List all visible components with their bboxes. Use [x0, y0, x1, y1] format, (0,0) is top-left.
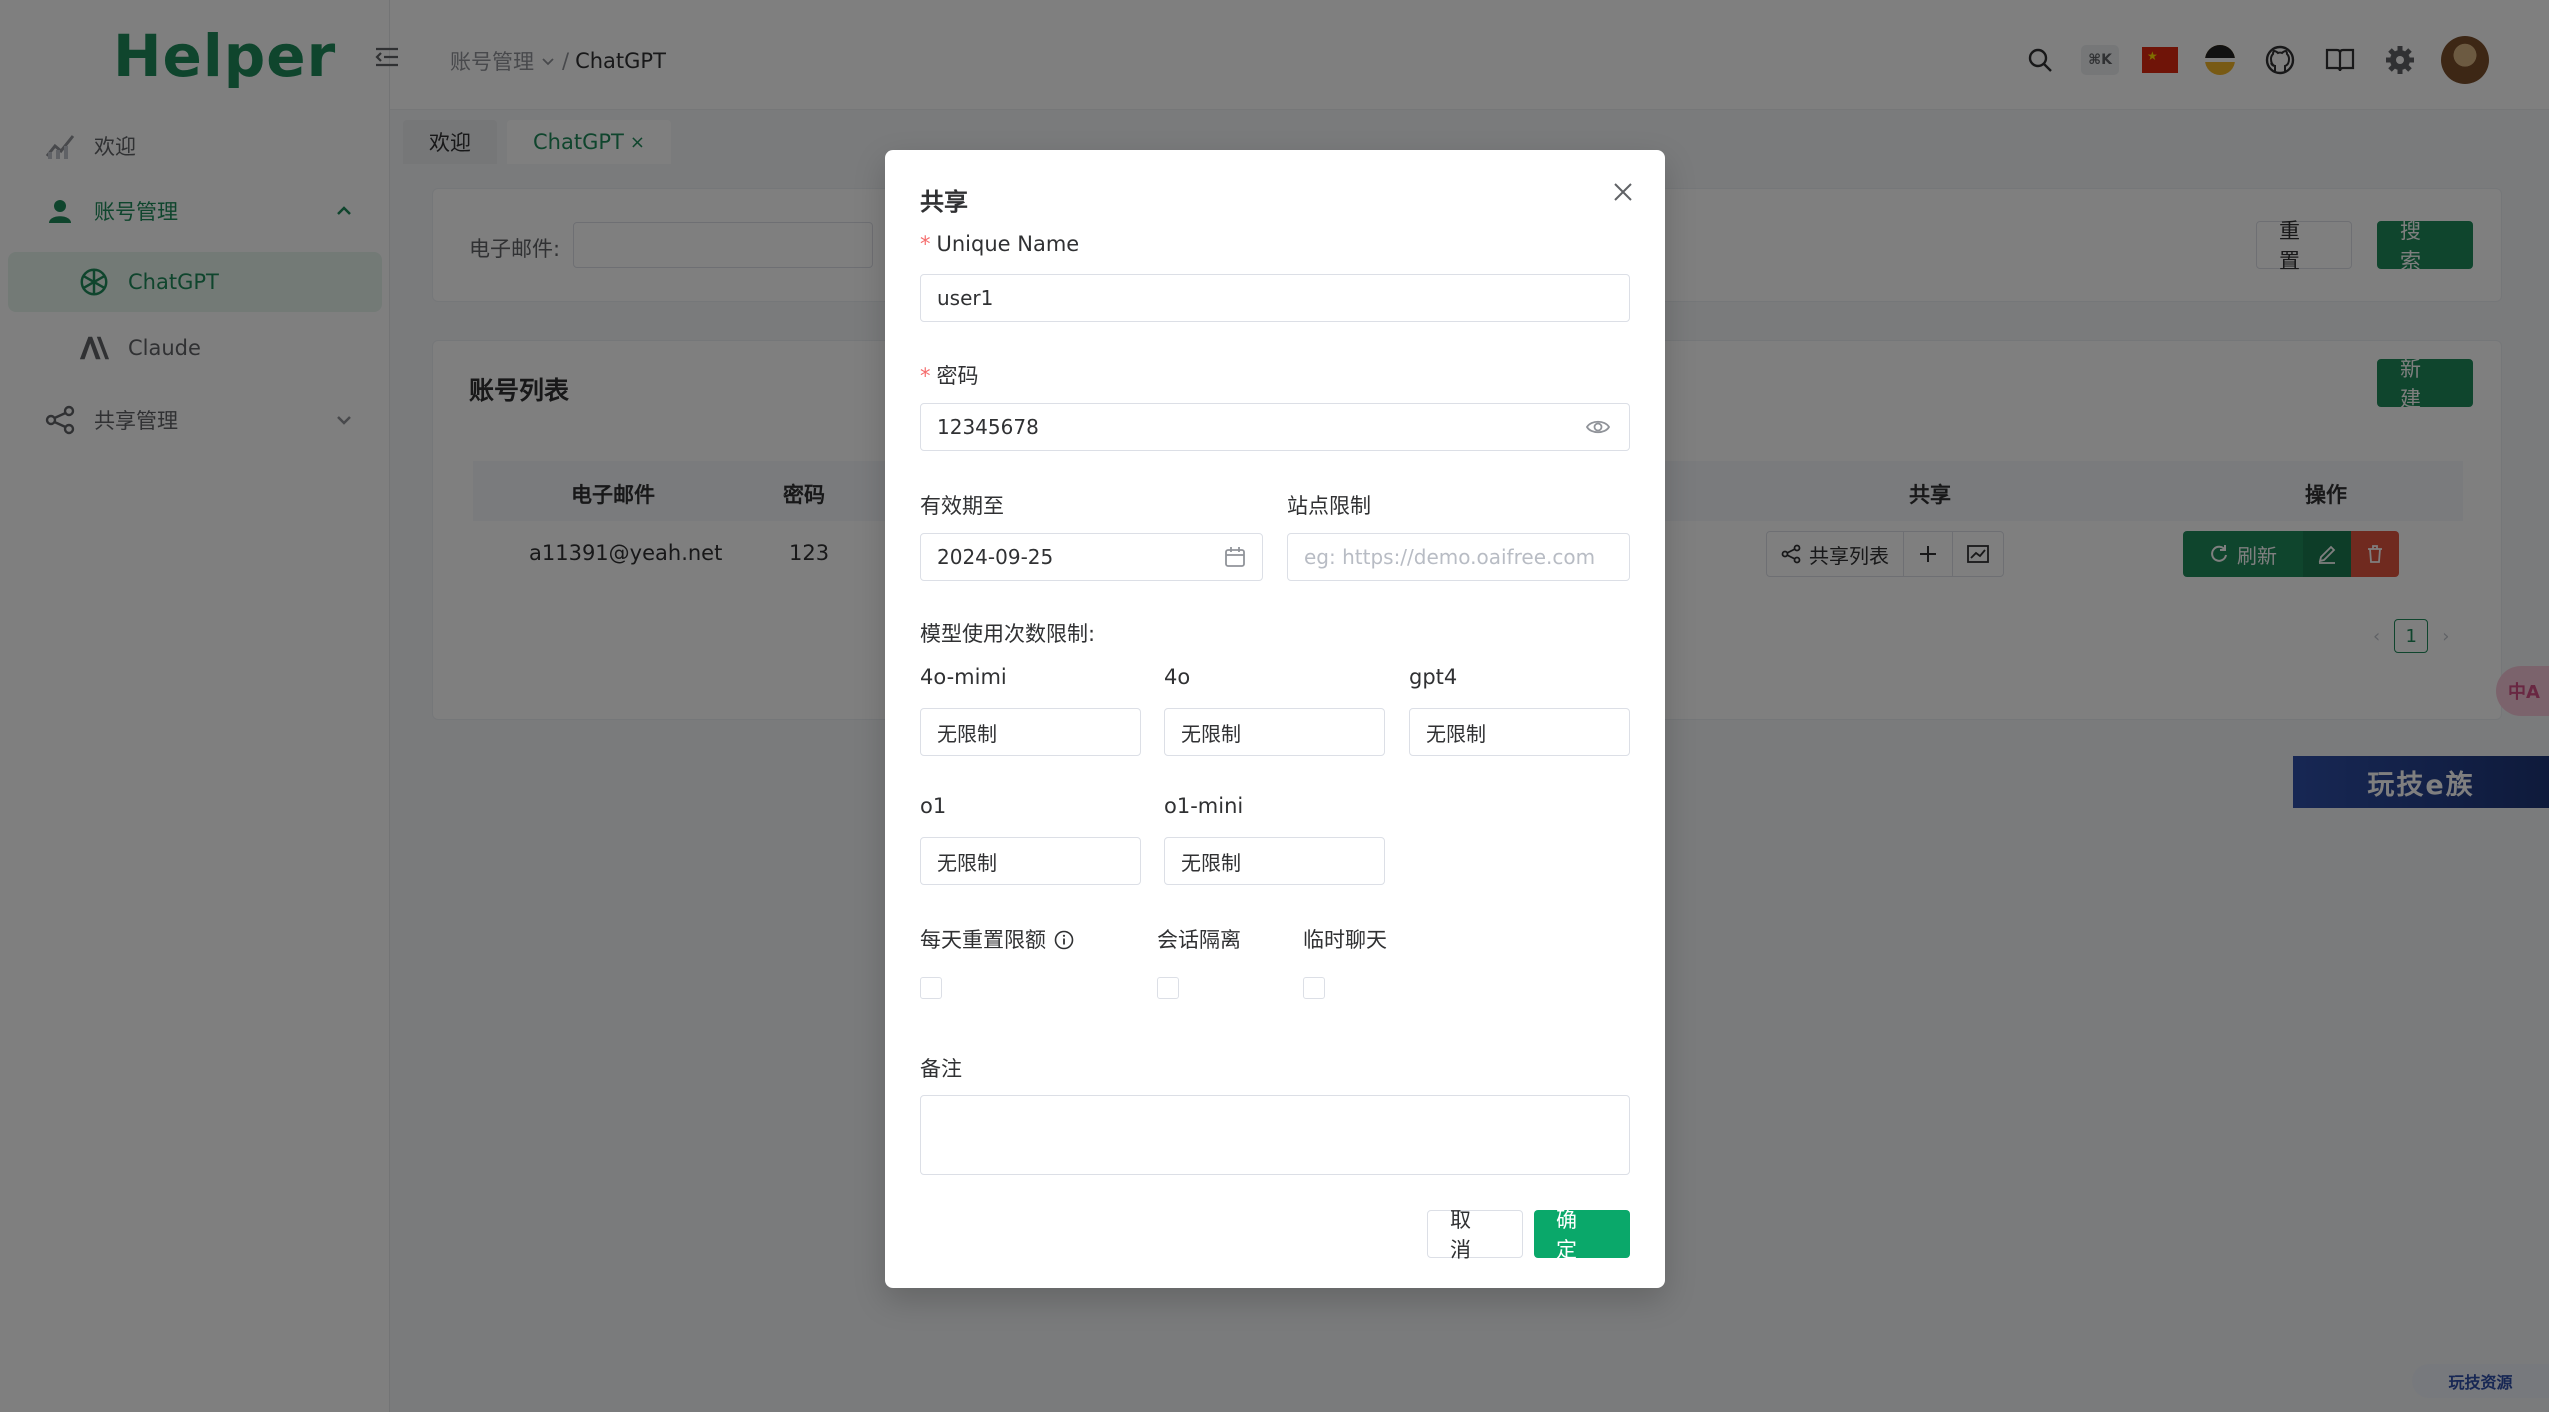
model-gpt4-label: gpt4 — [1409, 665, 1458, 689]
model-o1-mini-input[interactable] — [1164, 837, 1385, 885]
password-input[interactable] — [920, 403, 1630, 451]
daily-reset-checkbox[interactable] — [920, 977, 942, 999]
temp-chat-label: 临时聊天 — [1303, 928, 1387, 952]
expire-date-label: 有效期至 — [920, 494, 1004, 518]
model-gpt4-input[interactable] — [1409, 708, 1630, 756]
model-4o-mimi-label: 4o-mimi — [920, 665, 1007, 689]
daily-reset-label: 每天重置限额 — [920, 924, 1074, 954]
unique-name-label: * Unique Name — [920, 232, 1080, 256]
eye-icon[interactable] — [1586, 415, 1610, 439]
remark-textarea[interactable] — [920, 1095, 1630, 1175]
model-4o-label: 4o — [1164, 665, 1191, 689]
unique-name-input[interactable] — [920, 274, 1630, 322]
model-4o-mimi-input[interactable] — [920, 708, 1141, 756]
model-limit-label: 模型使用次数限制: — [920, 622, 1096, 646]
model-o1-mini-label: o1-mini — [1164, 794, 1244, 818]
close-icon[interactable] — [1611, 180, 1635, 204]
session-isolation-checkbox[interactable] — [1157, 977, 1179, 999]
cancel-button[interactable]: 取消 — [1427, 1208, 1523, 1262]
confirm-button[interactable]: 确定 — [1534, 1208, 1630, 1262]
remark-label: 备注 — [920, 1057, 962, 1081]
model-o1-input[interactable] — [920, 837, 1141, 885]
site-limit-label: 站点限制 — [1287, 494, 1371, 518]
site-limit-input[interactable] — [1287, 533, 1630, 581]
expire-date-picker[interactable] — [920, 533, 1263, 581]
calendar-icon — [1225, 547, 1245, 567]
model-o1-label: o1 — [920, 794, 947, 818]
password-label: * 密码 — [920, 364, 979, 388]
session-isolation-label: 会话隔离 — [1157, 928, 1241, 952]
info-icon[interactable] — [1054, 930, 1074, 950]
model-4o-input[interactable] — [1164, 708, 1385, 756]
share-dialog: 共享 *Unique Name *密码 有效期至 站点限制 模型使用次数限制: … — [885, 150, 1665, 1288]
temp-chat-checkbox[interactable] — [1303, 977, 1325, 999]
dialog-title: 共享 — [920, 188, 968, 216]
